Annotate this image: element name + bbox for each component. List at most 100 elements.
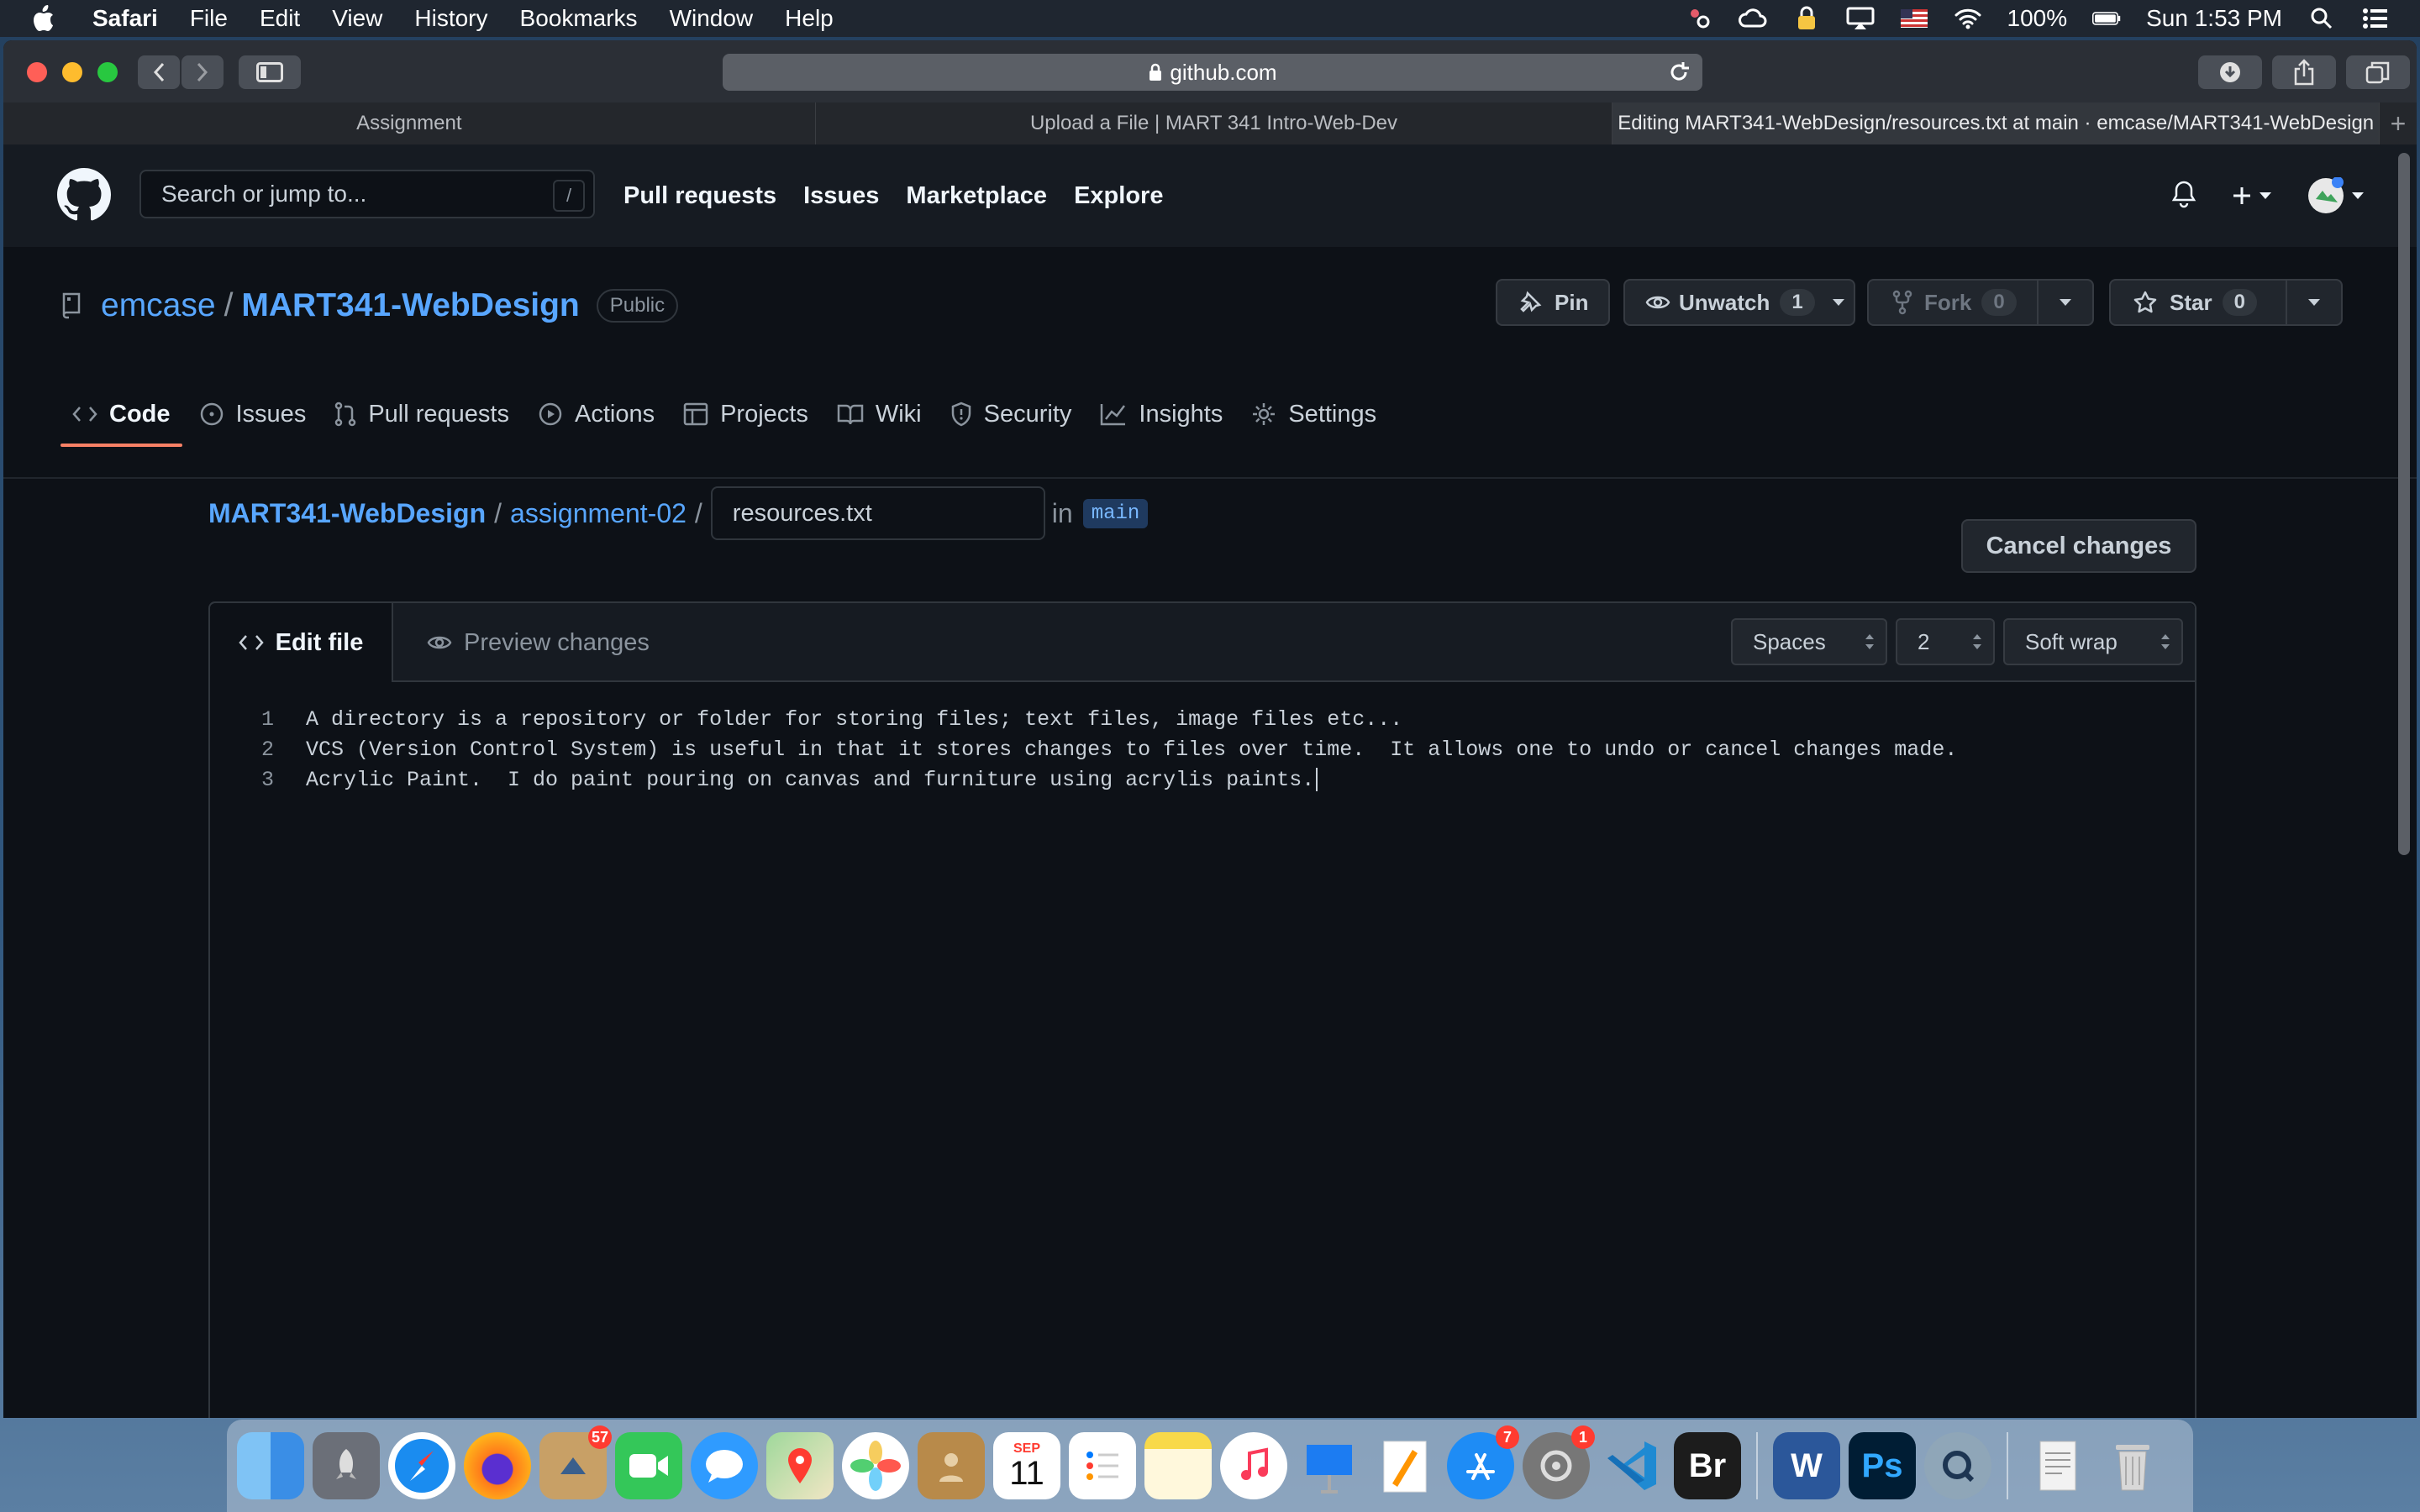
spotlight-search-icon[interactable]: [2307, 6, 2336, 31]
browser-tab-editing[interactable]: Editing MART341-WebDesign/resources.txt …: [1612, 102, 2381, 144]
status-app-icon[interactable]: [1685, 6, 1713, 31]
sidebar-toggle-button[interactable]: [239, 55, 301, 89]
github-logo-icon[interactable]: [57, 168, 111, 222]
breadcrumb-repo-link[interactable]: MART341-WebDesign: [208, 498, 486, 529]
share-button[interactable]: [2272, 55, 2336, 89]
code-area[interactable]: 1 A directory is a repository or folder …: [210, 704, 1957, 795]
menu-app-name[interactable]: Safari: [92, 5, 158, 32]
wrap-mode-select[interactable]: Soft wrap: [2003, 618, 2183, 665]
keynote-icon[interactable]: [1296, 1432, 1363, 1499]
tab-actions[interactable]: Actions: [526, 388, 666, 440]
messages-icon[interactable]: [691, 1432, 758, 1499]
photoshop-icon[interactable]: Ps: [1849, 1432, 1916, 1499]
nav-issues[interactable]: Issues: [803, 182, 879, 210]
repo-owner-link[interactable]: emcase: [101, 287, 216, 324]
nav-pull-requests[interactable]: Pull requests: [623, 182, 776, 210]
tab-code[interactable]: Code: [60, 388, 182, 447]
tab-pull-requests[interactable]: Pull requests: [323, 388, 521, 440]
apple-icon[interactable]: [30, 3, 60, 34]
tab-projects[interactable]: Projects: [671, 388, 820, 440]
address-bar[interactable]: github.com: [723, 54, 1702, 91]
indent-mode-select[interactable]: Spaces: [1731, 618, 1887, 665]
notifications-bell-icon[interactable]: [2171, 180, 2196, 213]
reminders-icon[interactable]: [1069, 1432, 1136, 1499]
menu-help[interactable]: Help: [785, 5, 834, 32]
minimize-window-button[interactable]: [62, 62, 82, 82]
indent-mode-value: Spaces: [1753, 628, 1826, 654]
creative-cloud-icon[interactable]: [1738, 6, 1767, 31]
menu-bookmarks[interactable]: Bookmarks: [520, 5, 638, 32]
maps-icon[interactable]: [766, 1432, 834, 1499]
unwatch-button[interactable]: Unwatch 1: [1623, 279, 1855, 326]
finder-icon[interactable]: [237, 1432, 304, 1499]
nav-explore[interactable]: Explore: [1074, 182, 1163, 210]
input-source-flag-icon[interactable]: [1900, 6, 1928, 31]
tab-wiki[interactable]: Wiki: [825, 388, 934, 440]
user-avatar-menu[interactable]: [2307, 177, 2365, 214]
battery-icon[interactable]: [2092, 6, 2121, 31]
calendar-icon[interactable]: SEP 11: [993, 1432, 1060, 1499]
nav-marketplace[interactable]: Marketplace: [906, 182, 1047, 210]
lock-app-icon[interactable]: [1792, 6, 1821, 31]
control-center-icon[interactable]: [2361, 6, 2390, 31]
menu-window[interactable]: Window: [670, 5, 754, 32]
forward-button[interactable]: [182, 55, 224, 89]
filename-input[interactable]: resources.txt: [710, 486, 1045, 540]
notes-icon[interactable]: [1144, 1432, 1212, 1499]
trash-icon[interactable]: [2099, 1432, 2166, 1499]
cancel-changes-button[interactable]: Cancel changes: [1961, 519, 2196, 573]
tab-settings[interactable]: Settings: [1239, 388, 1388, 440]
page-scrollbar[interactable]: [2398, 144, 2410, 858]
breadcrumb-folder-link[interactable]: assignment-02: [510, 498, 687, 529]
caret-down-icon: [2308, 299, 2320, 306]
browser-tab-upload[interactable]: Upload a File | MART 341 Intro-Web-Dev: [816, 102, 1613, 144]
menu-history[interactable]: History: [414, 5, 487, 32]
github-search-input[interactable]: Search or jump to... /: [139, 170, 595, 218]
tab-preview-changes[interactable]: Preview changes: [427, 603, 650, 682]
contacts-icon[interactable]: [918, 1432, 985, 1499]
tab-edit-file[interactable]: Edit file: [210, 603, 393, 682]
downloads-button[interactable]: [2198, 55, 2262, 89]
app-store-icon[interactable]: 7: [1447, 1425, 1519, 1499]
microsoft-word-icon[interactable]: W: [1773, 1432, 1840, 1499]
back-button[interactable]: [138, 55, 180, 89]
tab-overview-button[interactable]: [2346, 55, 2410, 89]
quicktime-icon[interactable]: [1924, 1432, 1991, 1499]
menubar-clock[interactable]: Sun 1:53 PM: [2146, 5, 2282, 32]
pin-button[interactable]: Pin: [1496, 279, 1610, 326]
create-new-dropdown[interactable]: [2232, 186, 2272, 206]
tab-security[interactable]: Security: [939, 388, 1084, 440]
repo-name-link[interactable]: MART341-WebDesign: [241, 287, 579, 324]
system-preferences-icon[interactable]: 1: [1523, 1425, 1595, 1499]
firefox-icon[interactable]: [464, 1432, 531, 1499]
indent-size-select[interactable]: 2: [1896, 618, 1995, 665]
scrollbar-thumb[interactable]: [2398, 153, 2410, 855]
tab-insights[interactable]: Insights: [1088, 388, 1234, 440]
safari-app-icon[interactable]: [388, 1432, 455, 1499]
chevron-left-icon: [153, 62, 165, 82]
new-tab-button[interactable]: +: [2380, 102, 2417, 144]
calendar-day: 11: [1009, 1455, 1044, 1492]
document-stack-icon[interactable]: [2023, 1432, 2091, 1499]
fork-button[interactable]: Fork 0: [1867, 279, 2094, 326]
zoom-window-button[interactable]: [97, 62, 118, 82]
music-icon[interactable]: [1220, 1432, 1287, 1499]
tab-issues[interactable]: Issues: [187, 388, 318, 440]
vscode-icon[interactable]: [1598, 1432, 1665, 1499]
browser-tab-assignment[interactable]: Assignment: [3, 102, 816, 144]
facetime-icon[interactable]: [615, 1432, 682, 1499]
menu-view[interactable]: View: [332, 5, 382, 32]
photos-icon[interactable]: [842, 1432, 909, 1499]
menu-file[interactable]: File: [190, 5, 228, 32]
pages-icon[interactable]: [1371, 1432, 1439, 1499]
wifi-icon[interactable]: [1954, 6, 1982, 31]
word-label: W: [1791, 1446, 1823, 1484]
tab-insights-label: Insights: [1139, 400, 1223, 428]
star-button[interactable]: Star 0: [2109, 279, 2343, 326]
adobe-bridge-icon[interactable]: Br: [1674, 1432, 1741, 1499]
mail-stamp-icon[interactable]: 57: [539, 1425, 612, 1499]
airplay-icon[interactable]: [1846, 6, 1875, 31]
launchpad-icon[interactable]: [313, 1432, 380, 1499]
menu-edit[interactable]: Edit: [260, 5, 300, 32]
close-window-button[interactable]: [27, 62, 47, 82]
